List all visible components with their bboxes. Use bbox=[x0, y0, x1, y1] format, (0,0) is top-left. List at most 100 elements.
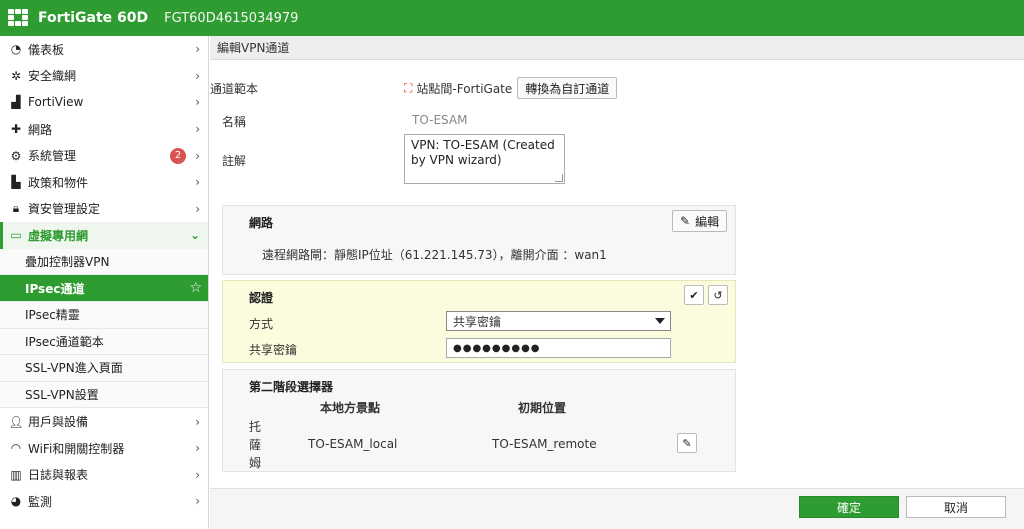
template-row: 通道範本 bbox=[210, 80, 258, 97]
sidebar-item-label: 虛擬專用網 bbox=[28, 228, 89, 243]
chevron-right-icon: › bbox=[195, 42, 200, 57]
dashboard-icon: ◔ bbox=[10, 42, 22, 57]
comment-row: 註解 bbox=[222, 152, 246, 169]
name-row: 名稱 bbox=[222, 113, 246, 130]
chevron-right-icon: › bbox=[195, 201, 200, 216]
chevron-right-icon: › bbox=[195, 148, 200, 163]
pencil-icon: ✎ bbox=[680, 214, 691, 228]
sidebar-item-fortiview[interactable]: ▟ FortiView › bbox=[0, 89, 208, 116]
psk-label: 共享密鑰 bbox=[249, 343, 298, 357]
name-value-row: TO-ESAM bbox=[412, 113, 467, 127]
device-serial: FGT60D4615034979 bbox=[164, 10, 299, 26]
sidebar-subitem-ssl-settings[interactable]: SSL-VPN設置 bbox=[0, 381, 208, 409]
sidebar-subitem-label: 疊加控制器VPN bbox=[25, 255, 110, 270]
sidebar-item-users-devices[interactable]: 👤︎ 用戶與設備 › bbox=[0, 408, 208, 435]
chevron-right-icon: › bbox=[195, 441, 200, 456]
sidebar-item-label: FortiView bbox=[28, 95, 84, 110]
remote-selector-value: TO-ESAM_remote bbox=[492, 437, 597, 451]
sidebar-subitem-label: SSL-VPN設置 bbox=[25, 388, 99, 403]
monitor-icon: ◕ bbox=[10, 494, 22, 509]
network-edit-button[interactable]: ✎ 編輯 bbox=[672, 210, 728, 232]
main-content: 編輯VPN通道 通道範本 ⛶ 站點間-FortiGate 轉換為自訂通道 名稱 … bbox=[210, 36, 1024, 529]
sidebar-item-label: WiFi和開關控制器 bbox=[28, 441, 125, 456]
local-selector-value: TO-ESAM_local bbox=[308, 437, 398, 451]
sidebar-item-label: 安全織網 bbox=[28, 69, 77, 84]
policy-icon: ▙ bbox=[11, 175, 21, 190]
sidebar-item-security-fabric[interactable]: ✲ 安全織網 › bbox=[0, 63, 208, 90]
sidebar-subitem-overlay-vpn[interactable]: 疊加控制器VPN bbox=[0, 248, 208, 276]
sidebar-item-label: 日誌與報表 bbox=[28, 468, 89, 483]
network-section-title: 網路 bbox=[249, 216, 274, 230]
col-header-remote: 初期位置 bbox=[518, 401, 567, 415]
sidebar-subitem-ipsec-wizard[interactable]: IPsec精靈 bbox=[0, 301, 208, 329]
network-icon: ✚ bbox=[10, 122, 22, 137]
auth-section-title: 認證 bbox=[249, 291, 274, 305]
sidebar-item-policy[interactable]: ▙ 政策和物件 › bbox=[0, 169, 208, 196]
comment-label: 註解 bbox=[222, 154, 247, 168]
chevron-right-icon: › bbox=[195, 467, 200, 482]
name-label: 名稱 bbox=[222, 115, 247, 129]
network-summary: 遠程網路閘：靜態IP位址（61.221.145.73），離開介面 ：wan1 bbox=[262, 248, 607, 262]
sidebar-item-dashboard[interactable]: ◔ 儀表板 › bbox=[0, 36, 208, 63]
security-fabric-icon: ✲ bbox=[10, 68, 22, 83]
sidebar-subitem-ipsec-tunnels[interactable]: IPsec通道 ☆ bbox=[0, 275, 208, 302]
ok-button[interactable]: 確定 bbox=[799, 496, 899, 518]
undo-icon[interactable]: ↺ bbox=[708, 285, 728, 305]
chevron-right-icon: › bbox=[195, 95, 200, 110]
sidebar-item-label: 政策和物件 bbox=[28, 175, 89, 190]
sidebar-item-label: 用戶與設備 bbox=[28, 415, 89, 430]
template-value: 站點間-FortiGate bbox=[416, 81, 513, 96]
sidebar-subitem-ssl-portals[interactable]: SSL-VPN進入頁面 bbox=[0, 355, 208, 382]
sidebar-item-wifi[interactable]: ◠ WiFi和開關控制器 › bbox=[0, 435, 208, 462]
sidebar: ◔ 儀表板 › ✲ 安全織網 › ▟ FortiView › ✚ 網路 › ⚙ … bbox=[0, 36, 209, 529]
chevron-right-icon: › bbox=[195, 122, 200, 137]
fortigate-icon: ⛶ bbox=[404, 80, 413, 95]
log-icon: ▥ bbox=[10, 467, 22, 482]
authentication-section: 認證 ✔ ↺ 方式 共享密鑰 共享密鑰 ●●●●●●●●● bbox=[222, 280, 736, 363]
chevron-right-icon: › bbox=[195, 494, 200, 509]
sidebar-item-network[interactable]: ✚ 網路 › bbox=[0, 116, 208, 143]
sidebar-subitem-label: IPsec精靈 bbox=[25, 308, 80, 323]
comment-text: VPN: TO-ESAM (Created by VPN wizard) bbox=[411, 138, 555, 167]
sidebar-item-logs[interactable]: ▥ 日誌與報表 › bbox=[0, 462, 208, 489]
chevron-right-icon: › bbox=[195, 68, 200, 83]
sidebar-subitem-label: IPsec通道 bbox=[25, 281, 85, 296]
dropdown-caret-icon bbox=[655, 318, 665, 324]
method-label: 方式 bbox=[249, 317, 274, 331]
laptop-icon: ▭ bbox=[10, 228, 22, 243]
edit-label: 編輯 bbox=[695, 214, 720, 229]
sidebar-item-monitor[interactable]: ◕ 監測 › bbox=[0, 488, 208, 515]
sidebar-item-security-profiles[interactable]: 🔒︎ 資安管理設定 › bbox=[0, 196, 208, 223]
sidebar-item-vpn[interactable]: ▭ 虛擬專用網 ⌄ bbox=[0, 222, 208, 249]
resize-grip-icon[interactable] bbox=[555, 174, 563, 182]
chevron-right-icon: › bbox=[195, 414, 200, 429]
comment-textarea[interactable]: VPN: TO-ESAM (Created by VPN wizard) bbox=[404, 134, 565, 184]
sidebar-item-label: 監測 bbox=[28, 494, 53, 509]
logo[interactable]: FortiGate 60D bbox=[8, 9, 148, 27]
star-icon[interactable]: ☆ bbox=[189, 280, 202, 296]
sidebar-item-label: 系統管理 bbox=[28, 149, 77, 164]
lock-icon: 🔒︎ bbox=[12, 201, 20, 216]
sidebar-item-label: 儀表板 bbox=[28, 42, 65, 57]
cancel-button[interactable]: 取消 bbox=[906, 496, 1006, 518]
selector-name: 托薩姆 bbox=[249, 420, 262, 470]
user-icon: 👤︎ bbox=[8, 414, 24, 429]
check-icon[interactable]: ✔ bbox=[684, 285, 704, 305]
sidebar-item-system[interactable]: ⚙ 系統管理 2 › bbox=[0, 142, 208, 169]
chevron-down-icon: ⌄ bbox=[189, 228, 200, 243]
method-selected-value: 共享密鑰 bbox=[453, 314, 502, 329]
psk-input[interactable]: ●●●●●●●●● bbox=[446, 338, 671, 358]
method-select[interactable]: 共享密鑰 bbox=[446, 311, 671, 331]
sidebar-subitem-ipsec-templates[interactable]: IPsec通道範本 bbox=[0, 328, 208, 356]
pencil-icon[interactable]: ✎ bbox=[677, 433, 697, 453]
phase2-section: 第二階段選擇器 本地方景點 初期位置 托薩姆 TO-ESAM_local TO-… bbox=[222, 369, 736, 472]
gear-icon: ⚙ bbox=[10, 148, 22, 163]
sidebar-subitem-label: SSL-VPN進入頁面 bbox=[25, 361, 123, 376]
name-value: TO-ESAM bbox=[412, 113, 468, 127]
phase2-section-title: 第二階段選擇器 bbox=[249, 380, 334, 394]
chart-icon: ▟ bbox=[11, 95, 21, 110]
col-header-local: 本地方景點 bbox=[320, 401, 381, 415]
sidebar-item-label: 資安管理設定 bbox=[28, 202, 101, 217]
fortinet-logo-icon bbox=[8, 9, 30, 27]
convert-to-custom-button[interactable]: 轉換為自訂通道 bbox=[517, 77, 618, 99]
